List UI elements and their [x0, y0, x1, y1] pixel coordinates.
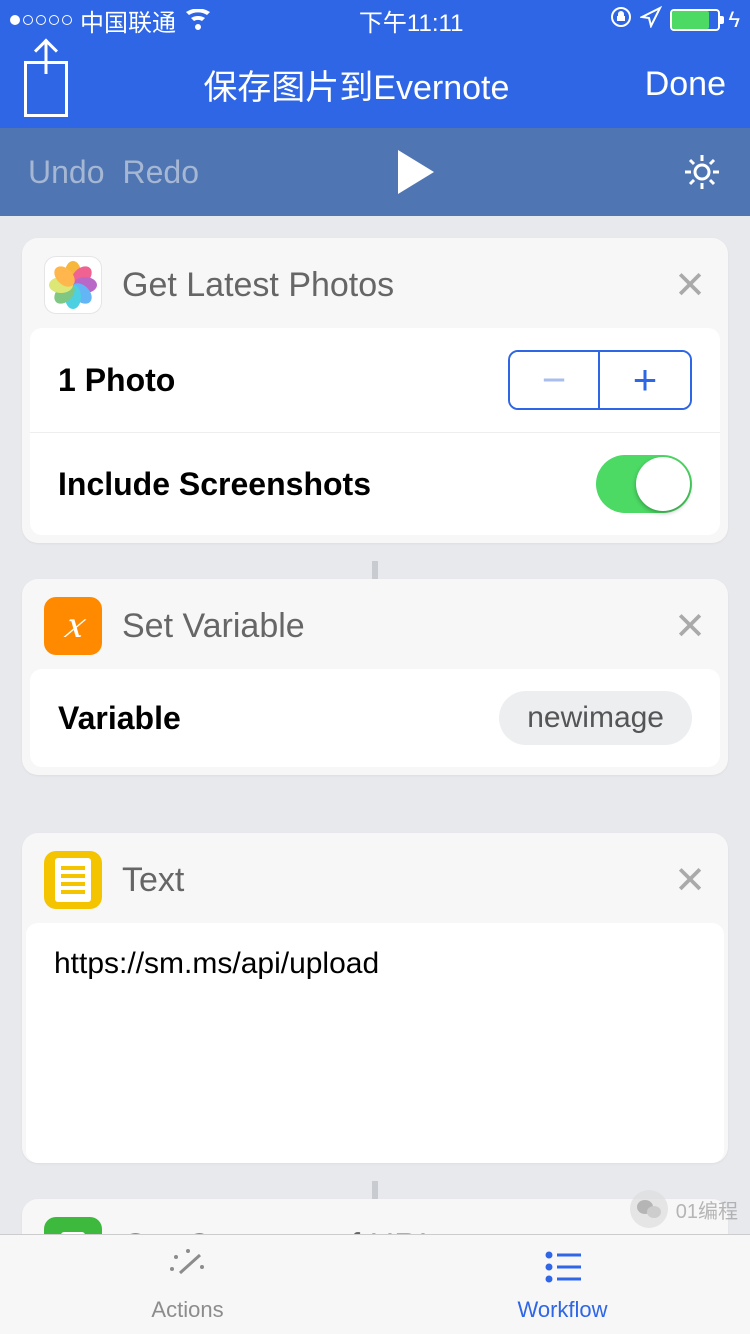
- watermark-label: 01编程: [676, 1195, 738, 1224]
- connector: [372, 1181, 378, 1199]
- close-icon[interactable]: ✕: [674, 263, 706, 308]
- text-icon: [44, 851, 102, 909]
- tab-label: Workflow: [517, 1297, 607, 1323]
- tab-bar: Actions Workflow: [0, 1234, 750, 1334]
- play-button[interactable]: [398, 150, 434, 194]
- workflow-content[interactable]: Get Latest Photos ✕ 1 Photo − + Include …: [0, 216, 750, 1234]
- tab-actions[interactable]: Actions: [0, 1235, 375, 1334]
- action-get-contents-of-url[interactable]: Get Contents of URL ⌄: [22, 1199, 728, 1234]
- tab-workflow[interactable]: Workflow: [375, 1235, 750, 1334]
- tab-label: Actions: [151, 1297, 223, 1323]
- wifi-icon: [184, 9, 212, 31]
- wand-icon: [166, 1247, 210, 1293]
- action-set-variable[interactable]: 𝑥 Set Variable ✕ Variable newimage: [22, 579, 728, 775]
- nav-bar: 保存图片到Evernote Done: [0, 40, 750, 128]
- include-screenshots-label: Include Screenshots: [58, 466, 371, 503]
- action-title: Get Latest Photos: [122, 266, 654, 305]
- action-title: Set Variable: [122, 607, 654, 646]
- url-icon: [44, 1217, 102, 1234]
- action-title: Get Contents of URL: [122, 1227, 654, 1235]
- page-title: 保存图片到Evernote: [68, 60, 645, 109]
- photo-count-label: 1 Photo: [58, 362, 175, 399]
- stepper-minus[interactable]: −: [510, 352, 600, 408]
- toolbar: Undo Redo: [0, 128, 750, 216]
- settings-button[interactable]: [682, 152, 722, 192]
- connector: [372, 561, 378, 579]
- location-icon: [640, 6, 662, 35]
- carrier-label: 中国联通: [80, 3, 176, 38]
- done-button[interactable]: Done: [645, 65, 726, 104]
- close-icon[interactable]: ✕: [674, 858, 706, 903]
- photo-count-stepper[interactable]: − +: [508, 350, 692, 410]
- list-icon: [541, 1247, 585, 1293]
- status-bar: 中国联通 下午11:11 ϟ: [0, 0, 750, 40]
- close-icon[interactable]: ✕: [674, 604, 706, 649]
- share-button[interactable]: [24, 61, 68, 117]
- battery-icon: [670, 9, 720, 31]
- photos-icon: [44, 256, 102, 314]
- redo-button[interactable]: Redo: [123, 154, 200, 191]
- time-label: 下午11:11: [359, 3, 464, 38]
- signal-icon: [10, 15, 72, 25]
- wechat-icon: [630, 1190, 668, 1228]
- charging-icon: ϟ: [728, 7, 740, 33]
- variable-icon: 𝑥: [44, 597, 102, 655]
- stepper-plus[interactable]: +: [600, 352, 690, 408]
- text-input[interactable]: https://sm.ms/api/upload: [26, 923, 724, 1163]
- variable-value[interactable]: newimage: [499, 691, 692, 745]
- action-get-latest-photos[interactable]: Get Latest Photos ✕ 1 Photo − + Include …: [22, 238, 728, 543]
- watermark: 01编程: [630, 1190, 738, 1228]
- lock-icon: [610, 6, 632, 35]
- include-screenshots-toggle[interactable]: [596, 455, 692, 513]
- action-text[interactable]: Text ✕ https://sm.ms/api/upload: [22, 833, 728, 1163]
- undo-button[interactable]: Undo: [28, 154, 105, 191]
- action-title: Text: [122, 861, 654, 900]
- variable-label: Variable: [58, 700, 181, 737]
